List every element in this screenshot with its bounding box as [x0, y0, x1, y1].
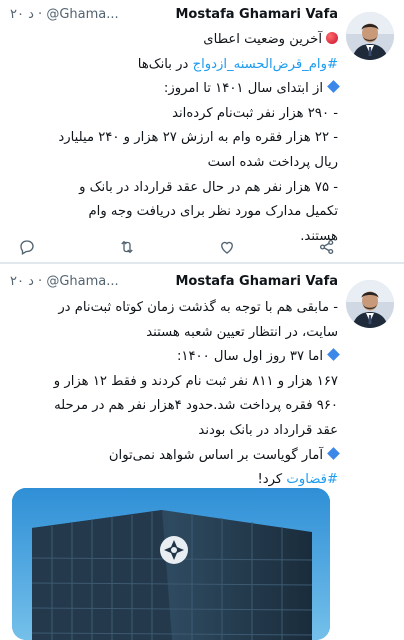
- timestamp[interactable]: ۲۰ د: [10, 274, 34, 289]
- tweet-header: ۲۰ د · @Ghama... Mostafa Ghamari Vafa: [8, 5, 338, 25]
- tweet-media-image[interactable]: [12, 488, 330, 640]
- tweet-line: ریال پرداخت شده است: [207, 154, 338, 170]
- tweet-line: تکمیل مدارک مورد نظر برای دریافت وجه وام: [88, 204, 339, 220]
- tweet[interactable]: ۲۰ د · @Ghama... Mostafa Ghamari Vafa آخ…: [0, 0, 404, 262]
- blue-diamond-icon: [327, 348, 340, 362]
- red-circle-icon: [326, 32, 338, 44]
- tweet-text: - مابقی هم با توجه به گذشت زمان کوتاه ثب…: [14, 296, 340, 493]
- tweet-line: از ابتدای سال ۱۴۰۱ تا امروز:: [14, 77, 340, 102]
- retweet-icon[interactable]: [116, 236, 138, 258]
- author-handle[interactable]: @Ghama...: [46, 7, 118, 22]
- tweet-actions: [16, 236, 338, 258]
- tweet-line: ۹۶۰ فقره پرداخت شد.حدود ۴هزار نفر هم در …: [54, 398, 338, 414]
- author-handle[interactable]: @Ghama...: [46, 274, 118, 289]
- tweet-header: ۲۰ د · @Ghama... Mostafa Ghamari Vafa: [8, 272, 338, 292]
- tweet-line: اما ۳۷ روز اول سال ۱۴۰۰:: [14, 345, 340, 370]
- bank-building-photo: [12, 488, 330, 640]
- tweet-meta[interactable]: ۲۰ د · @Ghama...: [10, 5, 119, 25]
- tweet-line: - ۷۵ هزار نفر هم در حال عقد قرارداد در ب…: [79, 179, 338, 195]
- separator: ·: [38, 7, 43, 22]
- avatar[interactable]: [346, 12, 394, 60]
- tweet-line: ۱۶۷ هزار و ۸۱۱ نفر ثبت نام کردند و فقط ۱…: [53, 373, 338, 389]
- tweet-line: #وام_قرض‌الحسنه_ازدواج در بانک‌ها: [137, 56, 338, 72]
- avatar[interactable]: [346, 280, 394, 328]
- author-name[interactable]: Mostafa Ghamari Vafa: [175, 5, 338, 25]
- tweet-line: - مابقی هم با توجه به گذشت زمان کوتاه ثب…: [58, 300, 338, 315]
- tweet-text: آخرین وضعیت اعطای #وام_قرض‌الحسنه_ازدواج…: [14, 28, 340, 249]
- blue-diamond-icon: [327, 80, 340, 94]
- tweet-line: آخرین وضعیت اعطای: [14, 28, 338, 53]
- like-icon[interactable]: [216, 236, 238, 258]
- blue-diamond-icon: [327, 446, 340, 460]
- tweet-line: آمار گویاست بر اساس شواهد نمی‌توان: [14, 444, 340, 469]
- tweet-meta[interactable]: ۲۰ د · @Ghama...: [10, 272, 119, 292]
- separator: ·: [38, 274, 43, 289]
- tweet-line: عقد قرارداد در بانک بودند: [198, 422, 338, 438]
- tweet-line: - ۲۲ هزار فقره وام به ارزش ۲۷ هزار و ۲۴۰…: [58, 130, 338, 146]
- hashtag-link[interactable]: #وام_قرض‌الحسنه_ازدواج: [193, 57, 338, 72]
- author-name[interactable]: Mostafa Ghamari Vafa: [175, 272, 338, 292]
- tweet-line: سایت، در انتظار تعیین شعبه هستند: [146, 324, 338, 340]
- reply-icon[interactable]: [16, 236, 38, 258]
- tweet-line: - ۲۹۰ هزار نفر ثبت‌نام کرده‌اند: [172, 105, 338, 121]
- share-icon[interactable]: [316, 236, 338, 258]
- timestamp[interactable]: ۲۰ د: [10, 7, 34, 22]
- hashtag-link[interactable]: #قضاوت: [286, 472, 338, 487]
